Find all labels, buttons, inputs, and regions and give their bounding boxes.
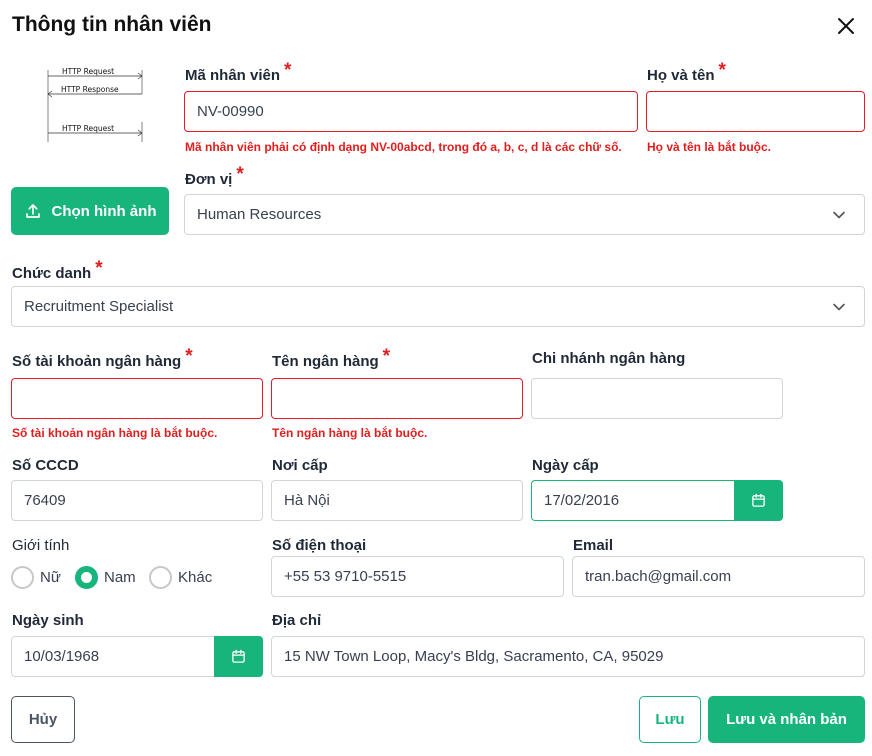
calendar-icon	[232, 649, 245, 663]
position-label: Chức danh *	[12, 258, 103, 282]
close-icon[interactable]	[834, 14, 858, 38]
email-label: Email	[573, 537, 614, 554]
department-label: Đơn vị *	[185, 164, 244, 188]
department-select[interactable]: Human Resources	[184, 194, 865, 235]
bank-account-input[interactable]	[11, 378, 263, 419]
avatar-image: HTTP Request HTTP Response HTTP Request	[47, 67, 143, 142]
id-number-label: Số CCCD	[12, 457, 79, 474]
birth-date-calendar-button[interactable]	[214, 636, 263, 677]
radio-male-label: Nam	[104, 569, 136, 586]
issue-date-input[interactable]: 17/02/2016	[531, 480, 735, 521]
full-name-label: Họ và tên *	[647, 60, 726, 84]
diagram-label-2: HTTP Response	[61, 85, 119, 94]
issue-date-label: Ngày cấp	[532, 457, 599, 474]
save-button[interactable]: Lưu	[639, 696, 701, 743]
upload-image-button[interactable]: Chọn hình ảnh	[11, 187, 169, 235]
gender-option-female[interactable]: Nữ	[11, 566, 61, 589]
radio-other-label: Khác	[178, 569, 213, 586]
bank-branch-label: Chi nhánh ngân hàng	[532, 350, 686, 367]
calendar-icon	[752, 493, 765, 507]
issue-date-calendar-button[interactable]	[734, 480, 783, 521]
upload-label: Chọn hình ảnh	[51, 202, 157, 220]
bank-branch-input[interactable]	[531, 378, 783, 419]
radio-other[interactable]	[149, 566, 172, 589]
chevron-down-icon	[833, 303, 845, 310]
save-and-duplicate-button[interactable]: Lưu và nhân bản	[708, 696, 865, 743]
bank-name-label: Tên ngân hàng *	[272, 346, 391, 370]
position-select[interactable]: Recruitment Specialist	[11, 286, 865, 327]
issue-place-label: Nơi cấp	[272, 457, 328, 474]
diagram-label-1: HTTP Request	[62, 67, 114, 76]
radio-female[interactable]	[11, 566, 34, 589]
phone-label: Số điện thoại	[272, 537, 367, 554]
bank-account-label: Số tài khoản ngân hàng *	[12, 346, 193, 370]
gender-option-other[interactable]: Khác	[149, 566, 212, 589]
dialog-title: Thông tin nhân viên	[12, 13, 212, 36]
bank-account-error: Số tài khoản ngân hàng là bắt buộc.	[12, 426, 218, 440]
chevron-down-icon	[833, 211, 845, 218]
employee-code-error: Mã nhân viên phải có định dạng NV-00abcd…	[185, 140, 622, 154]
full-name-error: Họ và tên là bắt buộc.	[647, 140, 772, 154]
radio-male[interactable]	[75, 566, 98, 589]
full-name-input[interactable]	[646, 91, 865, 132]
cancel-button[interactable]: Hủy	[11, 696, 75, 743]
phone-input[interactable]: +55 53 9710-5515	[271, 556, 564, 597]
employee-code-input[interactable]: NV-00990	[184, 91, 638, 132]
bank-name-error: Tên ngân hàng là bắt buộc.	[272, 426, 428, 440]
id-number-input[interactable]: 76409	[11, 480, 263, 521]
gender-label: Giới tính	[12, 537, 70, 554]
bank-name-input[interactable]	[271, 378, 523, 419]
radio-female-label: Nữ	[40, 569, 61, 586]
birth-date-input[interactable]: 10/03/1968	[11, 636, 215, 677]
upload-icon	[25, 204, 40, 218]
address-label: Địa chỉ	[272, 612, 322, 629]
birth-date-label: Ngày sinh	[12, 612, 84, 629]
issue-place-input[interactable]: Hà Nội	[271, 480, 523, 521]
email-input[interactable]: tran.bach@gmail.com	[572, 556, 865, 597]
gender-option-male[interactable]: Nam	[75, 566, 136, 589]
address-input[interactable]: 15 NW Town Loop, Macy's Bldg, Sacramento…	[271, 636, 865, 677]
diagram-label-3: HTTP Request	[62, 124, 114, 133]
employee-code-label: Mã nhân viên *	[185, 60, 292, 84]
